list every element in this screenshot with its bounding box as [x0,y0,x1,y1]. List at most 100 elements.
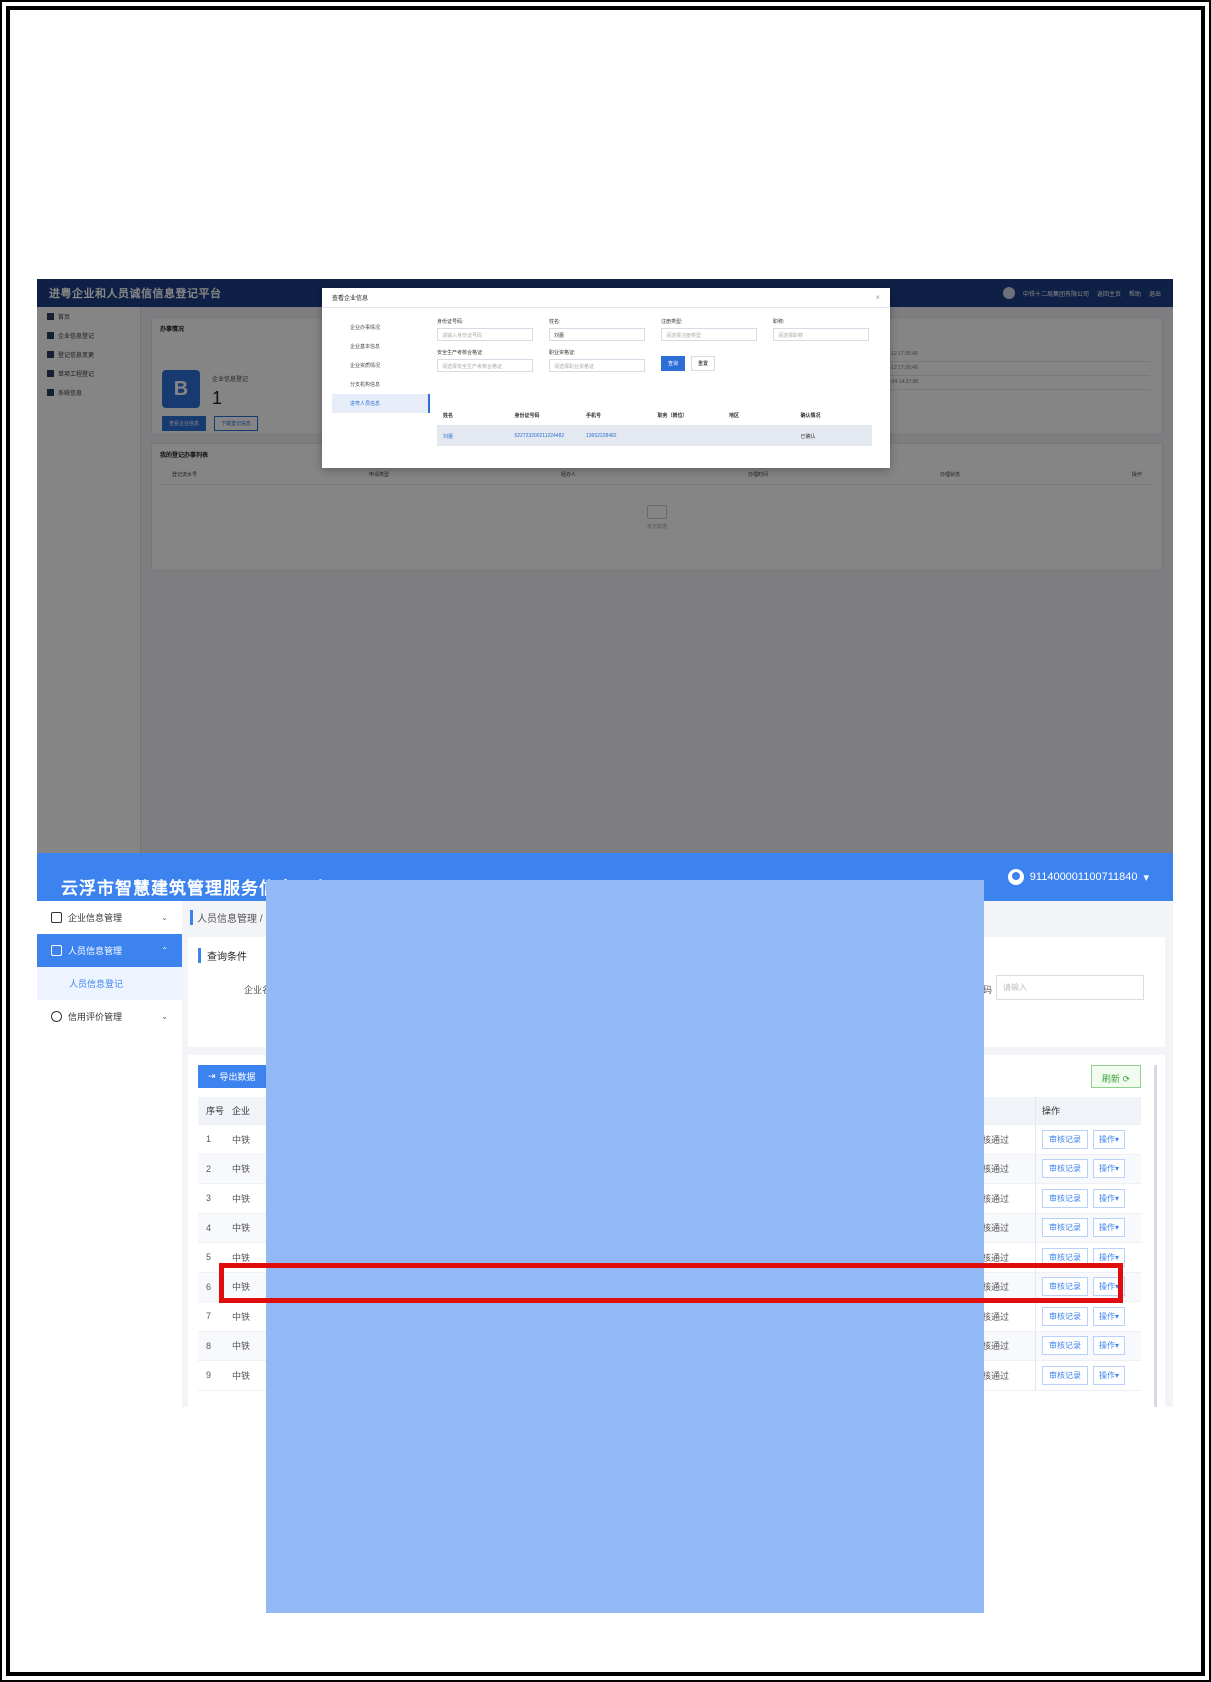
modal-tab[interactable]: 企业基本信息 [332,337,430,356]
modal-title: 查看企业信息 [332,296,369,302]
audit-record-button[interactable]: 审核记录 [1042,1365,1088,1385]
cell-index: 4 [206,1222,212,1233]
qual-cert-select[interactable]: 请选择职业资格证 [549,359,645,372]
redaction-overlay [266,880,984,1613]
cell-index: 1 [206,1134,212,1145]
modal-tab[interactable]: 企业办事情况 [332,318,430,337]
modal-tab-active[interactable]: 进粤人员信息 [332,394,430,413]
scrollbar[interactable] [1154,1065,1157,1407]
query-button[interactable]: 查询 [661,356,686,371]
operation-dropdown-button[interactable]: 操作▾ [1093,1188,1126,1208]
field-label: 安全生产考核合格证: [437,350,484,356]
close-icon[interactable]: × [875,293,880,302]
people-icon [51,945,62,956]
refresh-icon: ⟳ [1122,1074,1130,1084]
audit-record-button[interactable]: 审核记录 [1042,1306,1088,1326]
form-buttons: 查询 重置 [661,355,716,372]
title-select[interactable]: 请选择职称 [773,328,869,341]
id-field: 身份证号码: 请输入身份证号码 [437,318,533,341]
operation-dropdown-button[interactable]: 操作▾ [1093,1159,1126,1179]
audit-record-button[interactable]: 审核记录 [1042,1129,1088,1149]
form-row: 身份证号码: 请输入身份证号码 姓名: 刘蕾 注册类型: 请选择注册类型 职称: 请选择… [437,318,874,341]
sidebar-item-company[interactable]: 企业信息管理 ⌄ [37,901,182,934]
avatar-icon [1007,869,1024,885]
name-input[interactable]: 刘蕾 [549,328,645,341]
field-label: 身份证号码: [437,319,464,325]
cell-index: 3 [206,1193,212,1204]
safety-cert-field: 安全生产考核合格证: 请选择安全生产考核合格证 [437,349,533,372]
operation-dropdown-button[interactable]: 操作▾ [1093,1336,1126,1356]
chevron-down-icon: ⌄ [161,1012,168,1021]
field-label: 职称: [773,319,785,325]
field-label: 姓名: [549,319,561,325]
col-header: 操作 [1035,1097,1141,1124]
field-label: 职业资格证: [549,350,576,356]
col-header: 职务（岗位） [657,413,688,419]
highlight-box [219,1263,1123,1303]
refresh-button[interactable]: 刷新 ⟳ [1090,1065,1141,1088]
col-header: 企业 [232,1106,251,1116]
col-header: 身份证号码 [514,413,540,419]
cell-company: 中铁 [232,1223,251,1234]
operation-dropdown-button[interactable]: 操作▾ [1093,1218,1126,1238]
col-header: 序号 [206,1106,225,1116]
export-button[interactable]: ⇥ 导出数据 [198,1065,266,1088]
code-input[interactable]: 请输入 [996,975,1144,1000]
sidebar-item-label: 人员信息管理 [68,946,123,956]
modal-table-header: 姓名 身份证号码 手机号 职务（岗位） 地区 确认情况 [437,406,872,426]
cell-company: 中铁 [232,1134,251,1145]
cell-ops: 审核记录 操作▾ [1035,1125,1141,1154]
query-title: 查询条件 [198,948,247,963]
breadcrumb: 人员信息管理 / [190,910,263,925]
safety-cert-select[interactable]: 请选择安全生产考核合格证 [437,359,533,372]
cell-phone: 13652228482 [586,433,617,439]
query-label-code: 码 [983,985,993,995]
cell-company: 中铁 [232,1252,251,1263]
operation-dropdown-button[interactable]: 操作▾ [1093,1365,1126,1385]
screenshot-registration-platform: 进粤企业和人员诚信信息登记平台 中铁十二局集团有限公司 返回主页 帮助 退出 首… [37,279,1173,853]
modal-tab[interactable]: 分支机构信息 [332,375,430,394]
refresh-label: 刷新 [1101,1074,1120,1084]
modal-table: 姓名 身份证号码 手机号 职务（岗位） 地区 确认情况 刘蕾 522723200… [437,406,872,446]
col-header: 手机号 [586,413,602,419]
cell-ops: 审核记录 操作▾ [1035,1154,1141,1183]
qual-cert-field: 职业资格证: 请选择职业资格证 [549,349,645,372]
id-input[interactable]: 请输入身份证号码 [437,328,533,341]
cell-company: 中铁 [232,1370,251,1381]
sidebar-item-credit[interactable]: 信用评价管理 ⌄ [37,1000,182,1033]
s2-user-menu[interactable]: 911400001100711840 ▾ [1007,869,1149,885]
table-row[interactable]: 刘蕾 522723200211224482 13652228482 已确认 [437,426,872,446]
cell-index: 2 [206,1163,212,1174]
cell-index: 7 [206,1311,212,1322]
operation-dropdown-button[interactable]: 操作▾ [1093,1306,1126,1326]
audit-record-button[interactable]: 审核记录 [1042,1159,1088,1179]
audit-record-button[interactable]: 审核记录 [1042,1218,1088,1238]
operation-dropdown-button[interactable]: 操作▾ [1093,1129,1126,1149]
sidebar-item-personnel[interactable]: 人员信息管理 ⌃ [37,934,182,967]
audit-record-button[interactable]: 审核记录 [1042,1188,1088,1208]
cell-name[interactable]: 刘蕾 [443,433,515,440]
caret-down-icon: ▾ [1143,871,1149,884]
cell-id: 522723200211224482 [514,433,565,439]
sidebar-item-label: 人员信息登记 [69,979,124,989]
chevron-down-icon: ⌄ [161,913,168,922]
export-icon: ⇥ [208,1071,216,1081]
export-label: 导出数据 [219,1072,256,1082]
reset-button[interactable]: 重置 [691,356,716,371]
cell-company: 中铁 [232,1311,251,1322]
company-info-modal: 查看企业信息 × 企业办事情况 企业基本信息 企业资质情况 分支机构信息 进粤人… [322,288,890,468]
shield-icon [51,1011,62,1022]
cell-company: 中铁 [232,1341,251,1352]
cell-confirm: 已确认 [800,433,816,440]
audit-record-button[interactable]: 审核记录 [1042,1336,1088,1356]
modal-tab[interactable]: 企业资质情况 [332,356,430,375]
chevron-up-icon: ⌃ [161,946,168,955]
building-icon [51,912,62,923]
cell-company: 中铁 [232,1164,251,1175]
cell-company: 中铁 [232,1193,251,1204]
modal-nav: 企业办事情况 企业基本信息 企业资质情况 分支机构信息 进粤人员信息 [332,318,430,413]
sidebar-item-personnel-register[interactable]: 人员信息登记 [37,967,182,1000]
sidebar-item-label: 信用评价管理 [68,1012,123,1022]
field-label: 注册类型: [661,319,683,325]
reg-type-select[interactable]: 请选择注册类型 [661,328,757,341]
